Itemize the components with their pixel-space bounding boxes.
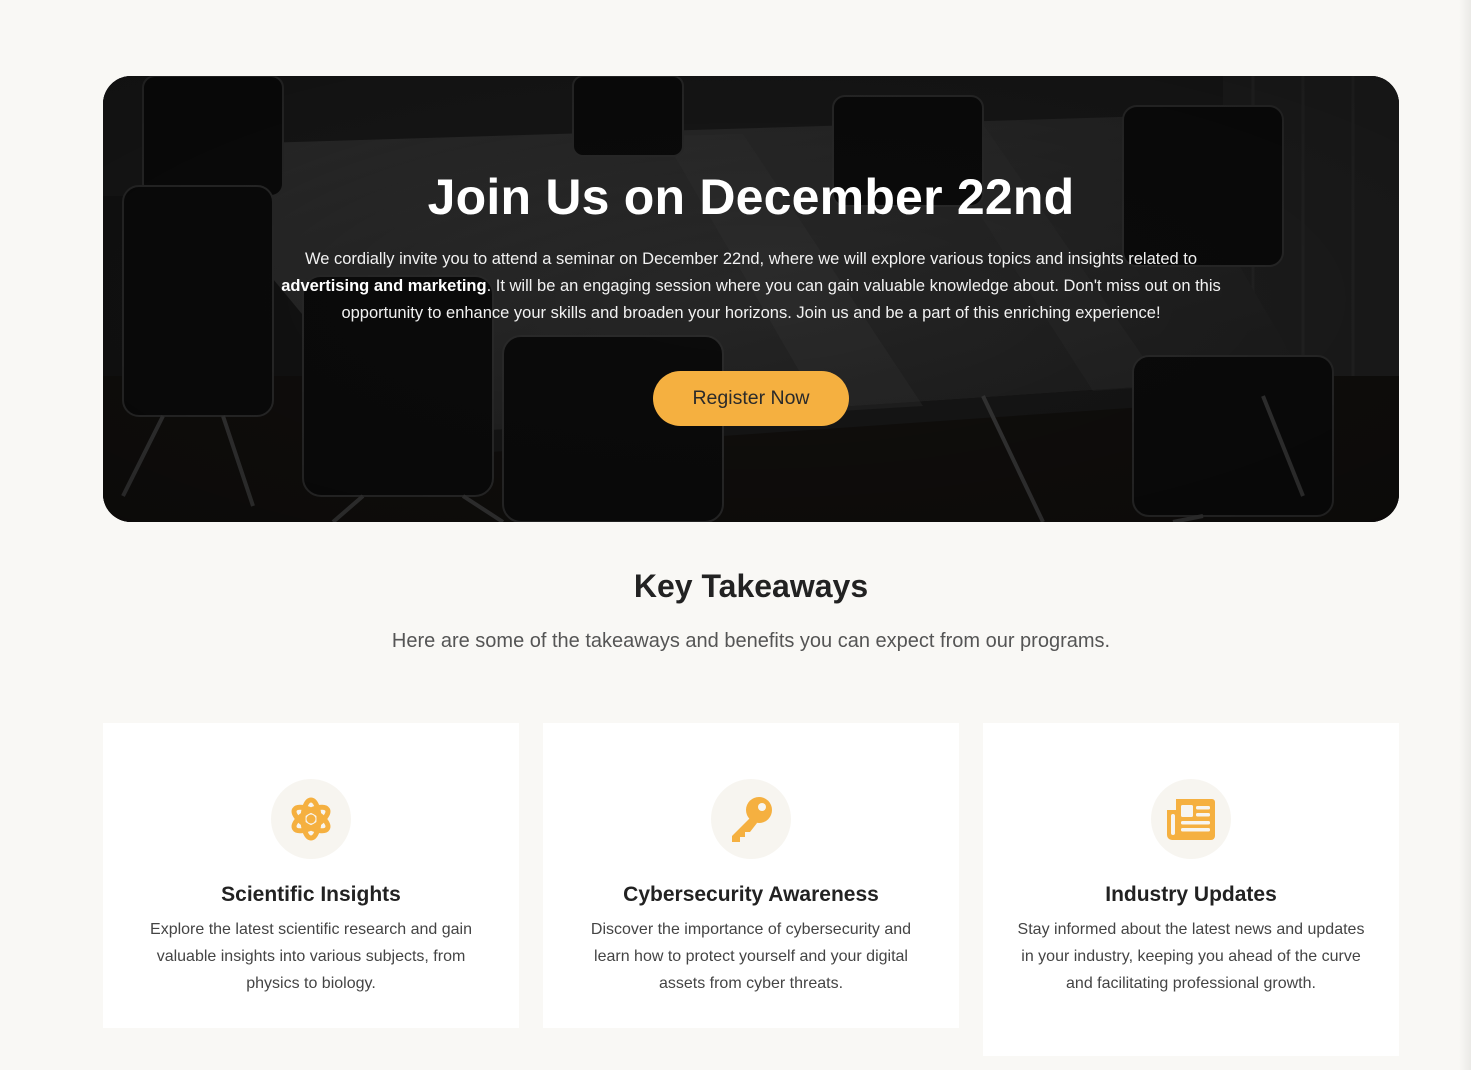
scroll-edge: [1459, 0, 1471, 1070]
takeaways-subtitle: Here are some of the takeaways and benef…: [391, 630, 1111, 652]
card-title: Industry Updates: [1105, 883, 1277, 906]
page: Join Us on December 22nd We cordially in…: [0, 0, 1471, 1070]
card-title: Scientific Insights: [221, 883, 401, 906]
takeaway-card-cybersecurity: Cybersecurity Awareness Discover the imp…: [543, 723, 959, 1028]
card-text: Explore the latest scientific research a…: [150, 921, 472, 992]
key-icon: [711, 779, 791, 859]
hero-text-bold: advertising and marketing: [281, 277, 487, 295]
takeaways-title: Key Takeaways: [633, 568, 869, 604]
newspaper-icon: [1151, 779, 1231, 859]
takeaway-card-scientific: Scientific Insights Explore the latest s…: [103, 723, 519, 1028]
hero-text-part-1: We cordially invite you to attend a semi…: [304, 250, 1198, 268]
hero-description: We cordially invite you to attend a semi…: [263, 246, 1239, 327]
hero-banner: Join Us on December 22nd We cordially in…: [103, 76, 1399, 522]
card-text: Stay informed about the latest news and …: [1017, 921, 1365, 992]
hero-content: Join Us on December 22nd We cordially in…: [103, 76, 1399, 522]
card-text: Discover the importance of cybersecurity…: [590, 921, 912, 992]
register-now-button[interactable]: Register Now: [653, 371, 849, 426]
card-title: Cybersecurity Awareness: [623, 883, 879, 906]
atom-icon: [271, 779, 351, 859]
hero-title: Join Us on December 22nd: [427, 169, 1075, 225]
takeaway-card-industry: Industry Updates Stay informed about the…: [983, 723, 1399, 1056]
